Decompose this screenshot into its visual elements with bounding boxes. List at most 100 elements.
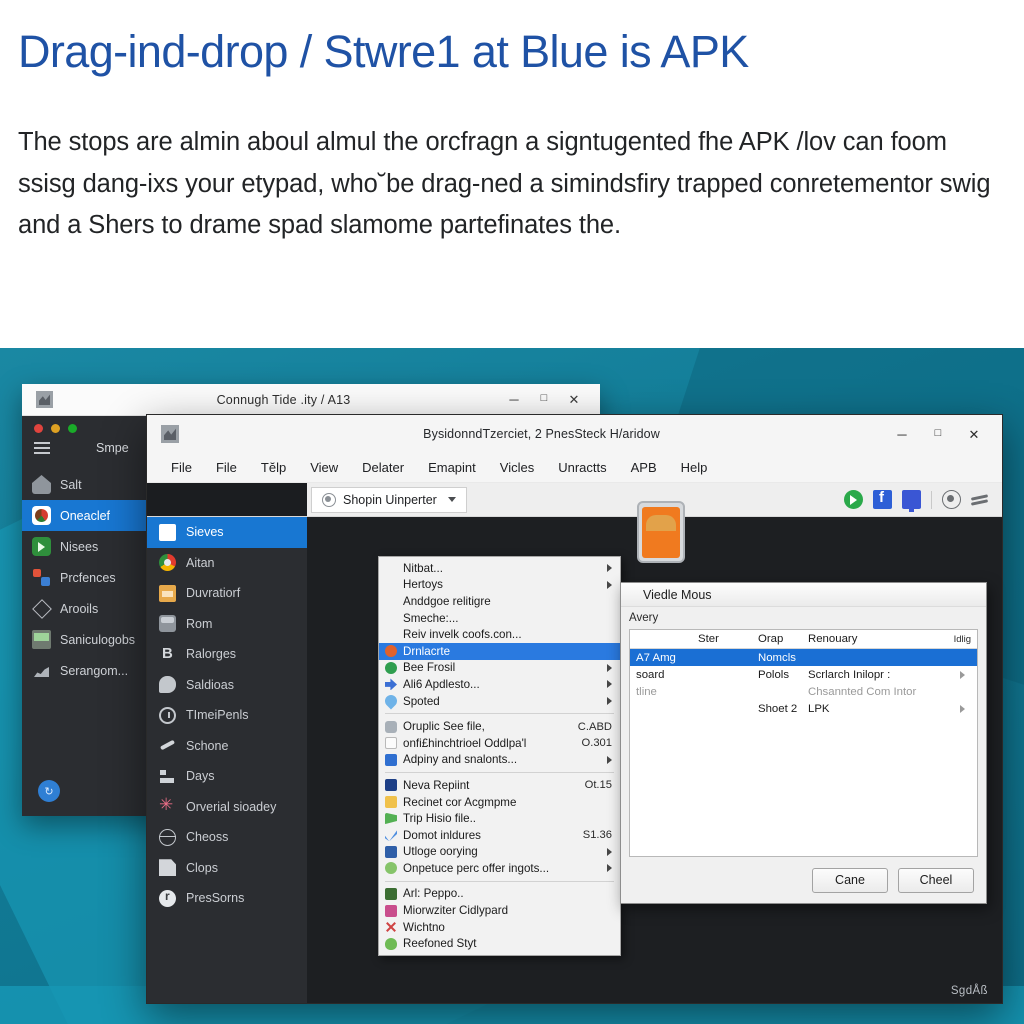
dialog-list[interactable]: Ster Orap Renouary Idlig A7 Amg Nomcls s…	[629, 629, 978, 857]
menu-item-wichtno[interactable]: Wichtno	[379, 919, 620, 936]
menu-item-anddgoe-relitigre[interactable]: Anddgoe relitigre	[379, 593, 620, 610]
sidebar-item-serangom[interactable]: Serangom...	[22, 655, 150, 686]
menu-item-help[interactable]: Help	[669, 460, 720, 475]
menu-item-reefoned-styt[interactable]: Reefoned Styt	[379, 935, 620, 952]
maximize-button[interactable]: □	[932, 427, 944, 441]
sidebar-item-nisees[interactable]: Nisees	[22, 531, 150, 562]
image-icon	[161, 425, 179, 443]
menu-item-ali6-apdlesto[interactable]: Ali6 Apdlesto...	[379, 676, 620, 693]
record-gray-icon[interactable]	[942, 490, 961, 509]
column-header-4[interactable]: Idlig	[935, 634, 977, 645]
menu-item-file-2[interactable]: File	[204, 460, 249, 475]
sidebar-item-rom[interactable]: Rom	[147, 609, 307, 640]
monitor-blue-icon[interactable]	[902, 490, 921, 512]
minimize-dot-icon[interactable]	[51, 424, 60, 433]
zoom-dot-icon[interactable]	[68, 424, 77, 433]
close-dot-icon[interactable]	[34, 424, 43, 433]
menu-item-delater[interactable]: Delater	[350, 460, 416, 475]
column-header-1[interactable]: Ster	[698, 633, 758, 645]
column-header-2[interactable]: Orap	[758, 633, 808, 645]
sidebar-item-sieves[interactable]: Sieves	[147, 517, 307, 548]
sidebar-item-pressorns[interactable]: PresSorns	[147, 883, 307, 914]
minimize-button[interactable]: ─	[896, 428, 908, 441]
sidebar-item-aitan[interactable]: Aitan	[147, 548, 307, 579]
menu-item-arl-peppo[interactable]: Arl: Peppo..	[379, 886, 620, 903]
menu-item-onfihinchtrioel-oddlpa[interactable]: onfi£hinchtrioel Oddlpa'l O.301	[379, 735, 620, 752]
play-green-icon[interactable]	[844, 490, 863, 509]
close-button[interactable]: ✕	[568, 393, 580, 406]
sidebar-header-row[interactable]: Smpe	[22, 435, 150, 461]
table-row[interactable]: Shoet 2 LPK	[630, 700, 977, 717]
sidebar-item-arooils[interactable]: Arooils	[22, 593, 150, 624]
menu-item-utloge-oorying[interactable]: Utloge oorying	[379, 844, 620, 861]
sidebar-item-cheoss[interactable]: Cheoss	[147, 822, 307, 853]
menu-item-vicles[interactable]: Vicles	[488, 460, 546, 475]
dialog-title: Viedle Mous	[643, 587, 712, 602]
menu-item-neva-repiint[interactable]: Neva Repiint Ot.15	[379, 777, 620, 794]
menu-item-onpetuce-perc-offer-ingots[interactable]: Onpetuce perc offer ingots...	[379, 860, 620, 877]
device-selector-dropdown[interactable]: Shopin Uinperter	[311, 486, 467, 513]
sidebar-item-prcfences[interactable]: Prcfences	[22, 562, 150, 593]
window-a-titlebar[interactable]: Connugh Tide .ity / A13 ─ □ ✕	[22, 384, 600, 416]
menu-item-emapint[interactable]: Emapint	[416, 460, 488, 475]
window-a-sidebar: Smpe Salt Oneaclef Nisees Prcfences Aroo…	[22, 416, 150, 816]
menu-item-miorwziter-cidlypard[interactable]: Miorwziter Cidlypard	[379, 902, 620, 919]
record-icon	[322, 492, 336, 507]
mac-traffic-lights	[22, 416, 150, 433]
column-header-3[interactable]: Renouary	[808, 633, 935, 645]
menu-item-nitbat[interactable]: Nitbat...	[379, 560, 620, 577]
menu-item-telp[interactable]: Tĕlp	[249, 460, 298, 475]
cane-button[interactable]: Cane	[812, 867, 888, 893]
menu-item-apb[interactable]: APB	[619, 460, 669, 475]
menu-item-bee-frosil[interactable]: Bee Frosil	[379, 660, 620, 677]
blue-bar-icon	[385, 845, 397, 858]
sidebar-item-saniculogobs[interactable]: Saniculogobs	[22, 624, 150, 655]
sidebar-item-duvratiorf[interactable]: Duvratiorf	[147, 578, 307, 609]
menu-item-spoted[interactable]: Spoted	[379, 692, 620, 710]
sidebar-item-days[interactable]: Days	[147, 761, 307, 792]
table-row[interactable]: A7 Amg Nomcls	[630, 649, 977, 666]
cheel-button[interactable]: Cheel	[898, 867, 974, 893]
sidebar-item-timeipenls[interactable]: TImeiPenls	[147, 700, 307, 731]
menu-item-adpiny-and-snalonts[interactable]: Adpiny and snalonts...	[379, 752, 620, 769]
menu-item-reiv-invelk-coofs[interactable]: Reiv invelk coofs.con...	[379, 626, 620, 643]
badge-icon	[159, 889, 176, 907]
menu-item-domot-inldures[interactable]: Domot inldures S1.36	[379, 827, 620, 844]
menu-item-recinet-cor-acgmpme[interactable]: Recinet cor Acgmpme	[379, 794, 620, 811]
context-menu[interactable]: Nitbat... Hertoys Anddgoe relitigre Smec…	[378, 556, 621, 957]
menu-item-hertoys[interactable]: Hertoys	[379, 577, 620, 594]
menu-item-label: onfi£hinchtrioel Oddlpa'l	[403, 736, 527, 750]
menu-item-drnlacrte[interactable]: Drnlacrte	[379, 642, 620, 660]
dialog-window[interactable]: Viedle Mous Avery Ster Orap Renouary Idl…	[620, 582, 987, 904]
menu-item-unractts[interactable]: Unractts	[546, 460, 618, 475]
menu-item-trip-hisio-file[interactable]: Trip Hisio file..	[379, 810, 620, 827]
menu-item-oruplic-see-file[interactable]: Oruplic See file, C.ABD	[379, 718, 620, 735]
layers-gray-icon[interactable]	[971, 490, 990, 509]
menu-item-accel: S1.36	[582, 829, 612, 842]
menu-item-file-1[interactable]: File	[159, 460, 204, 475]
window-b-menubar: File File Tĕlp View Delater Emapint Vicl…	[147, 453, 1002, 483]
sidebar-item-oneaclef[interactable]: Oneaclef	[22, 500, 150, 531]
cell-orap: Nomcls	[758, 651, 796, 664]
menu-item-smeche[interactable]: Smeche:...	[379, 610, 620, 627]
maximize-button[interactable]: □	[538, 393, 550, 406]
drum-icon	[159, 615, 176, 633]
sidebar-item-label: Serangom...	[60, 663, 129, 678]
table-row[interactable]: soard Polols Scrlarch Inilopr :	[630, 666, 977, 683]
sidebar-item-saldioas[interactable]: Saldioas	[147, 670, 307, 701]
sidebar-item-schone[interactable]: Schone	[147, 731, 307, 762]
table-row[interactable]: tline Chsannted Com Intor	[630, 683, 977, 700]
avatar[interactable]: ↻	[38, 780, 60, 802]
facebook-blue-icon[interactable]	[873, 489, 892, 509]
sidebar-item-orverial-sioadey[interactable]: Orverial sioadey	[147, 792, 307, 823]
window-b-titlebar[interactable]: BysidonndTzerciet, 2 PnesSteck H/aridow …	[147, 415, 1002, 453]
hamburger-icon[interactable]	[34, 442, 50, 454]
menu-item-view[interactable]: View	[298, 460, 350, 475]
close-button[interactable]: ✕	[968, 428, 980, 441]
sidebar-item-ralorges[interactable]: Ralorges	[147, 639, 307, 670]
minimize-button[interactable]: ─	[508, 393, 520, 406]
chevron-right-icon	[960, 670, 965, 679]
sidebar-item-label: Aitan	[186, 555, 215, 570]
sidebar-item-clops[interactable]: Clops	[147, 853, 307, 884]
sidebar-item-salt[interactable]: Salt	[22, 469, 150, 500]
